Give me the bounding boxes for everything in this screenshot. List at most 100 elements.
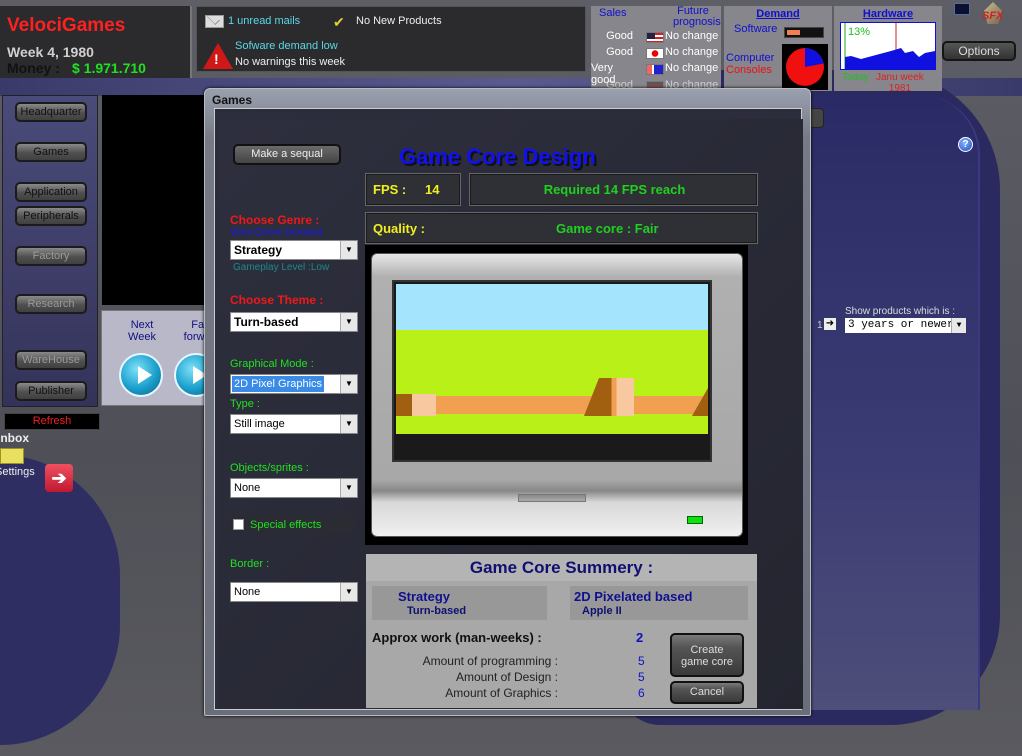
border-select[interactable]: None ▼ — [230, 582, 358, 602]
unread-mails-link[interactable]: 1 unread mails — [228, 15, 300, 27]
next-week-play-icon[interactable] — [119, 353, 163, 397]
graphics-label: Amount of Graphics : — [445, 686, 558, 700]
refresh-button[interactable]: Refresh — [4, 413, 100, 430]
chevron-down-icon[interactable]: ▼ — [340, 313, 357, 331]
sales-header: Sales — [599, 7, 627, 19]
week-label: Janu week 1981 — [876, 72, 924, 94]
choose-theme-label: Choose Theme : — [230, 293, 324, 307]
nav-research-button[interactable]: Research — [15, 294, 87, 314]
quality-label: Quality : — [373, 221, 426, 236]
main-navigation: Headquarter Games Application Peripheral… — [2, 95, 98, 407]
dialog-body: Make a sequal Game Core Design FPS : 14 … — [214, 108, 803, 710]
software-demand-label: Software — [734, 23, 778, 35]
chevron-down-icon[interactable]: ▼ — [951, 318, 966, 333]
japan-flag-icon — [646, 48, 664, 59]
inbox-label[interactable]: Inbox — [0, 431, 29, 445]
show-products-label: Show products which is : — [845, 306, 956, 317]
type-select-value: Still image — [234, 418, 285, 430]
checkmark-icon: ✔ — [333, 14, 345, 30]
genre-select-value: Strategy — [234, 243, 283, 257]
make-sequel-button[interactable]: Make a sequal — [233, 144, 341, 165]
objects-sprites-label: Objects/sprites : — [230, 462, 309, 474]
nav-factory-button[interactable]: Factory — [15, 246, 87, 266]
inbox-envelope-icon[interactable] — [0, 448, 24, 464]
objects-sprites-select[interactable]: None ▼ — [230, 478, 358, 498]
fps-box: FPS : 14 — [365, 173, 461, 206]
notifications-panel: 1 unread mails ✔ No New Products ! Sofwa… — [196, 6, 586, 72]
special-effects-checkbox[interactable] — [233, 519, 244, 530]
current-week: Week 4, 1980 — [7, 44, 94, 60]
products-panel — [800, 95, 980, 710]
nav-headquarter-button[interactable]: Headquarter — [15, 102, 87, 122]
hardware-title-link[interactable]: Hardware — [834, 8, 942, 20]
preview-ground — [396, 330, 708, 434]
preview-ramp-left — [396, 394, 436, 416]
prognosis-value: No change — [665, 46, 719, 58]
envelope-icon[interactable] — [205, 15, 224, 28]
nav-games-button[interactable]: Games — [15, 142, 87, 162]
settings-label[interactable]: Settings — [0, 466, 35, 478]
tv-power-led — [687, 516, 703, 524]
sfx-area: SFX — [944, 0, 1022, 40]
today-label: Today — [842, 72, 869, 83]
approx-work-label: Approx work (man-weeks) : — [372, 630, 542, 645]
exit-arrow-icon[interactable]: ➔ — [45, 464, 73, 492]
fps-value: 14 — [425, 182, 440, 197]
hardware-panel: Hardware 13% Today Janu week 1981 — [834, 6, 942, 94]
sales-value: Good — [606, 30, 633, 42]
cancel-button[interactable]: Cancel — [670, 681, 744, 704]
chevron-down-icon[interactable]: ▼ — [340, 415, 357, 433]
choose-genre-label: Choose Genre : — [230, 213, 320, 227]
options-button[interactable]: Options — [942, 41, 1016, 61]
nav-application-button[interactable]: Application — [15, 182, 87, 202]
week-label-text: Janu week — [876, 72, 924, 83]
create-button-line2: game core — [681, 656, 733, 668]
type-select[interactable]: Still image ▼ — [230, 414, 358, 434]
hardware-area — [845, 48, 935, 69]
required-fps-text: Required 14 FPS reach — [543, 182, 686, 197]
sales-value: Good — [606, 46, 633, 58]
minimize-screen-icon[interactable] — [954, 3, 970, 15]
nav-publisher-button[interactable]: Publisher — [15, 381, 87, 401]
next-week-label-line1: Next — [130, 319, 154, 331]
genre-select[interactable]: Strategy ▼ — [230, 240, 358, 260]
computer-legend: Computer — [726, 52, 775, 64]
sfx-toggle[interactable]: SFX — [982, 10, 1003, 22]
usa-flag-icon — [646, 32, 664, 43]
hardware-percent: 13% — [848, 26, 871, 38]
next-week-label-line2: Week — [128, 331, 156, 343]
chevron-down-icon[interactable]: ▼ — [340, 479, 357, 497]
view-genre-demand-link[interactable]: View Genre Demand — [230, 227, 323, 238]
create-game-core-button[interactable]: Create game core — [670, 633, 744, 677]
nav-warehouse-button[interactable]: WareHouse — [15, 350, 87, 370]
chevron-down-icon[interactable]: ▼ — [340, 583, 357, 601]
new-products-status: No New Products — [356, 15, 442, 27]
help-icon[interactable]: ? — [958, 137, 973, 152]
programming-value: 5 — [638, 654, 645, 668]
next-week-label: Next Week — [120, 319, 164, 343]
nav-peripherals-button[interactable]: Peripherals — [15, 206, 87, 226]
next-page-arrow-icon[interactable]: ➜ — [824, 318, 836, 330]
objects-sprites-select-value: None — [234, 482, 261, 494]
page-number: 1 — [817, 320, 823, 331]
create-button-line1: Create — [690, 644, 724, 656]
summary-graphics-box: 2D Pixelated based Apple II — [570, 586, 748, 620]
company-name: VelociGames — [7, 15, 126, 36]
games-dialog: Games Make a sequal Game Core Design FPS… — [204, 88, 811, 716]
warning-message[interactable]: Sofware demand low — [235, 40, 338, 52]
theme-select[interactable]: Turn-based ▼ — [230, 312, 358, 332]
graphical-mode-select[interactable]: 2D Pixel Graphics ▼ — [230, 374, 358, 394]
chevron-down-icon[interactable]: ▼ — [340, 241, 357, 259]
quality-value: Game core : Fair — [556, 221, 659, 236]
quality-box: Quality : Game core : Fair — [365, 212, 758, 244]
consoles-legend: Consoles — [726, 64, 772, 76]
tv-screen — [392, 280, 712, 462]
special-effects-label[interactable]: Special effects — [250, 519, 321, 531]
gameplay-level: Gameplay Level :Low — [233, 262, 330, 273]
type-label: Type : — [230, 398, 260, 410]
summary-title: Game Core Summery : — [469, 558, 654, 577]
approx-work-value: 2 — [636, 630, 644, 645]
demand-title-link[interactable]: Demand — [724, 8, 832, 20]
product-age-filter-select[interactable]: 3 years or newer ▼ — [845, 318, 966, 333]
chevron-down-icon[interactable]: ▼ — [340, 375, 357, 393]
